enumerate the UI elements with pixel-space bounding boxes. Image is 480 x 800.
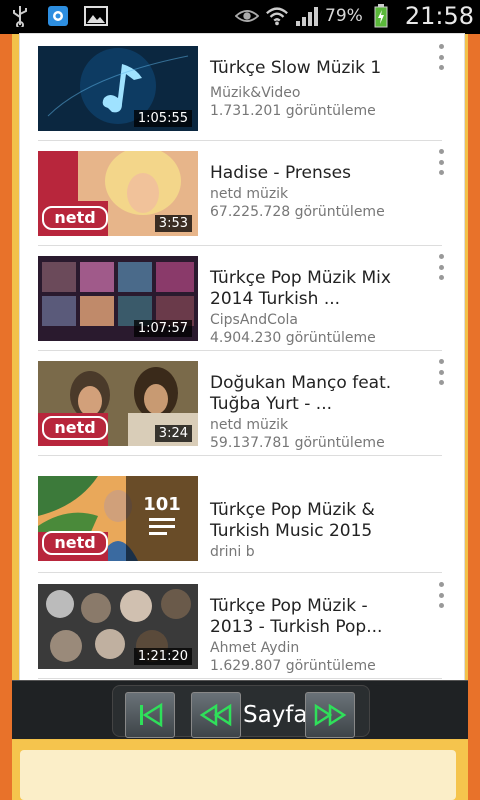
fast-forward-icon bbox=[314, 703, 347, 727]
more-options-icon[interactable] bbox=[434, 149, 448, 175]
netd-logo: netd bbox=[42, 416, 108, 440]
video-item[interactable]: 1:21:20 Türkçe Pop Müzik - 2013 - Turkis… bbox=[38, 574, 444, 679]
netd-logo: netd bbox=[42, 206, 108, 230]
skip-to-first-icon bbox=[140, 702, 163, 728]
video-channel: Ahmet Aydin bbox=[210, 640, 300, 656]
playlist-icon bbox=[149, 518, 175, 535]
rewind-icon bbox=[199, 703, 232, 727]
video-title[interactable]: Türkçe Pop Müzik & Turkish Music 2015 bbox=[210, 500, 410, 542]
next-page-button[interactable] bbox=[305, 692, 355, 738]
more-options-icon[interactable] bbox=[434, 44, 448, 70]
app-notification-icon bbox=[46, 4, 70, 28]
battery-charging-icon bbox=[369, 4, 393, 28]
video-thumbnail[interactable]: netd 3:24 bbox=[38, 361, 198, 446]
playlist-thumbnail[interactable]: netd 101 bbox=[38, 476, 198, 561]
page-label: Sayfa bbox=[243, 702, 308, 728]
video-thumbnail[interactable]: 1:21:20 bbox=[38, 584, 198, 669]
video-views: 1.731.201 görüntüleme bbox=[210, 103, 376, 119]
signal-icon bbox=[295, 4, 319, 28]
video-channel: CipsAndCola bbox=[210, 312, 298, 328]
video-item[interactable]: 1:07:57 Türkçe Pop Müzik Mix 2014 Turkis… bbox=[38, 246, 444, 351]
page-navigation-group: Sayfa bbox=[112, 685, 370, 738]
video-channel: Müzik&Video bbox=[210, 85, 301, 101]
video-views: 1.629.807 görüntüleme bbox=[210, 658, 376, 674]
eye-icon bbox=[235, 4, 260, 28]
video-views: 67.225.728 görüntüleme bbox=[210, 204, 385, 220]
video-thumbnail[interactable]: 1:05:55 bbox=[38, 46, 198, 131]
more-options-icon[interactable] bbox=[434, 359, 448, 385]
video-title[interactable]: Doğukan Manço feat. Tuğba Yurt - ... bbox=[210, 373, 410, 415]
video-channel: netd müzik bbox=[210, 186, 289, 202]
battery-percent: 79% bbox=[325, 6, 363, 26]
clock: 21:58 bbox=[404, 2, 474, 30]
more-options-icon[interactable] bbox=[434, 582, 448, 608]
gallery-icon bbox=[84, 4, 108, 28]
page-navigation-bar: Sayfa bbox=[12, 680, 468, 739]
video-item[interactable]: 1:05:55 Türkçe Slow Müzik 1 Müzik&Video … bbox=[38, 36, 444, 141]
playlist-count: 101 bbox=[143, 494, 181, 515]
video-views: 4.904.230 görüntüleme bbox=[210, 330, 376, 346]
video-views: 59.137.781 görüntüleme bbox=[210, 435, 385, 451]
video-duration: 1:07:57 bbox=[133, 320, 192, 337]
video-title[interactable]: Türkçe Slow Müzik 1 bbox=[210, 58, 410, 79]
video-list-card: 1:05:55 Türkçe Slow Müzik 1 Müzik&Video … bbox=[20, 34, 464, 680]
video-thumbnail[interactable]: netd 3:53 bbox=[38, 151, 198, 236]
previous-page-button[interactable] bbox=[191, 692, 241, 738]
first-page-button[interactable] bbox=[125, 692, 175, 738]
wifi-icon bbox=[265, 4, 289, 28]
video-duration: 1:21:20 bbox=[133, 648, 192, 665]
playlist-badge: 101 bbox=[126, 476, 198, 561]
video-title[interactable]: Türkçe Pop Müzik Mix 2014 Turkish ... bbox=[210, 268, 410, 310]
bottom-panel-inner bbox=[20, 750, 456, 800]
more-options-icon[interactable] bbox=[434, 254, 448, 280]
video-duration: 3:24 bbox=[154, 425, 192, 442]
video-item[interactable]: netd 3:53 Hadise - Prenses netd müzik 67… bbox=[38, 141, 444, 246]
video-item[interactable]: netd 3:24 Doğukan Manço feat. Tuğba Yurt… bbox=[38, 351, 444, 456]
netd-logo: netd bbox=[42, 531, 108, 555]
video-title[interactable]: Türkçe Pop Müzik - 2013 - Turkish Pop... bbox=[210, 596, 410, 638]
video-duration: 3:53 bbox=[154, 215, 192, 232]
status-bar: 79% 21:58 bbox=[0, 0, 480, 34]
video-channel: drini b bbox=[210, 544, 255, 560]
usb-icon bbox=[8, 4, 32, 28]
video-thumbnail[interactable]: 1:07:57 bbox=[38, 256, 198, 341]
video-title[interactable]: Hadise - Prenses bbox=[210, 163, 410, 184]
video-channel: netd müzik bbox=[210, 417, 289, 433]
video-duration: 1:05:55 bbox=[133, 110, 192, 127]
playlist-item[interactable]: netd 101 Türkçe Pop Müzik & Turkish Musi… bbox=[38, 456, 442, 573]
